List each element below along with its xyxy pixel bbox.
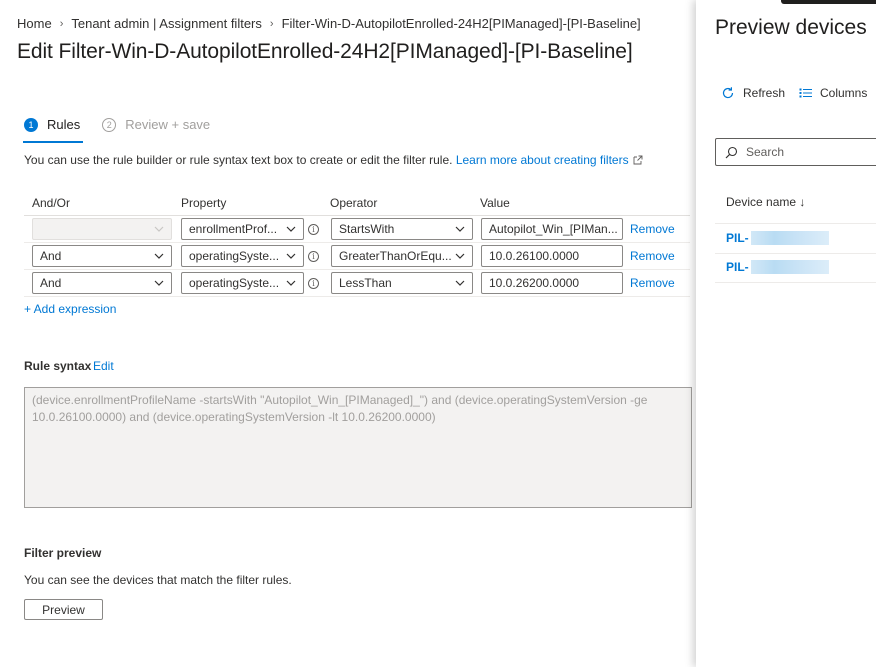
step-number-1: 1 xyxy=(24,117,38,132)
learn-more-link[interactable]: Learn more about creating filters xyxy=(456,153,643,167)
preview-devices-panel: Preview devices Refresh Columns Search D… xyxy=(696,0,876,667)
rule-syntax-label: Rule syntax xyxy=(24,359,92,373)
step-number-2: 2 xyxy=(102,117,117,132)
property-dropdown[interactable]: enrollmentProf... xyxy=(181,218,304,240)
step-review-save[interactable]: 2 Review + save xyxy=(102,117,210,132)
panel-title: Preview devices xyxy=(715,16,867,39)
chevron-down-icon xyxy=(455,226,465,232)
rule-row: enrollmentProf... i StartsWith Autopilot… xyxy=(24,216,690,243)
breadcrumb-current-filter[interactable]: Filter-Win-D-AutopilotEnrolled-24H2[PIMa… xyxy=(282,16,641,31)
search-placeholder: Search xyxy=(746,145,785,159)
rule-row: And operatingSyste... i GreaterThanOrEqu… xyxy=(24,243,690,270)
value-input[interactable]: Autopilot_Win_[PIMan... xyxy=(481,218,623,240)
property-dropdown[interactable]: operatingSyste... xyxy=(181,245,304,267)
remove-button[interactable]: Remove xyxy=(630,249,675,263)
redacted-device-name xyxy=(750,231,829,245)
divider xyxy=(715,253,876,254)
divider xyxy=(715,282,876,283)
chevron-down-icon xyxy=(286,226,296,232)
rule-row: And operatingSyste... i LessThan 10.0.26… xyxy=(24,270,690,297)
property-dropdown[interactable]: operatingSyste... xyxy=(181,272,304,294)
redacted-device-name xyxy=(750,260,829,274)
header-value: Value xyxy=(480,195,510,210)
breadcrumb-home[interactable]: Home xyxy=(17,16,52,31)
value-input[interactable]: 10.0.26200.0000 xyxy=(481,272,623,294)
search-input[interactable]: Search xyxy=(715,138,876,166)
operator-dropdown[interactable]: StartsWith xyxy=(331,218,473,240)
device-row[interactable]: PIL- xyxy=(726,260,829,274)
remove-button[interactable]: Remove xyxy=(630,222,675,236)
page-title: Edit Filter-Win-D-AutopilotEnrolled-24H2… xyxy=(17,40,633,63)
step-label-rules: Rules xyxy=(47,117,81,132)
add-expression-button[interactable]: + Add expression xyxy=(24,302,116,316)
and-or-dropdown xyxy=(32,218,172,240)
remove-button[interactable]: Remove xyxy=(630,276,675,290)
chevron-down-icon xyxy=(154,253,164,259)
filter-preview-description: You can see the devices that match the f… xyxy=(24,573,292,587)
active-step-indicator xyxy=(23,141,83,143)
breadcrumb: Home › Tenant admin | Assignment filters… xyxy=(17,16,641,31)
operator-dropdown[interactable]: GreaterThanOrEqu... xyxy=(331,245,473,267)
breadcrumb-assignment-filters[interactable]: Tenant admin | Assignment filters xyxy=(71,16,262,31)
filter-preview-label: Filter preview xyxy=(24,546,102,560)
intro-text: You can use the rule builder or rule syn… xyxy=(24,153,643,167)
rule-syntax-edit-link[interactable]: Edit xyxy=(93,359,114,373)
chevron-down-icon xyxy=(286,280,296,286)
step-label-review-save: Review + save xyxy=(125,117,211,132)
columns-button[interactable]: Columns xyxy=(799,86,867,100)
chevron-down-icon xyxy=(154,280,164,286)
chevron-right-icon: › xyxy=(59,17,64,30)
chevron-down-icon xyxy=(286,253,296,259)
chevron-down-icon xyxy=(455,280,465,286)
chevron-down-icon xyxy=(154,226,164,232)
refresh-icon xyxy=(722,87,734,99)
step-rules[interactable]: 1 Rules xyxy=(24,117,80,132)
device-name-column-header[interactable]: Device name ↓ xyxy=(726,195,805,209)
main-pane: Home › Tenant admin | Assignment filters… xyxy=(0,0,700,667)
header-property: Property xyxy=(181,195,227,210)
rule-syntax-textbox: (device.enrollmentProfileName -startsWit… xyxy=(24,387,692,508)
info-icon[interactable]: i xyxy=(308,224,319,235)
refresh-button[interactable]: Refresh xyxy=(721,86,785,100)
external-link-icon xyxy=(633,155,643,165)
rule-builder-grid: And/Or Property Operator Value enrollmen… xyxy=(24,190,690,297)
intro-description: You can use the rule builder or rule syn… xyxy=(24,153,453,167)
info-icon[interactable]: i xyxy=(308,278,319,289)
value-input[interactable]: 10.0.26100.0000 xyxy=(481,245,623,267)
preview-button[interactable]: Preview xyxy=(24,599,103,620)
panel-top-bar xyxy=(781,0,876,4)
info-icon[interactable]: i xyxy=(308,251,319,262)
search-icon xyxy=(725,146,738,158)
and-or-dropdown[interactable]: And xyxy=(32,272,172,294)
chevron-down-icon xyxy=(455,253,465,259)
grid-header-row: And/Or Property Operator Value xyxy=(24,190,690,216)
device-row[interactable]: PIL- xyxy=(726,231,829,245)
operator-dropdown[interactable]: LessThan xyxy=(331,272,473,294)
chevron-right-icon: › xyxy=(269,17,274,30)
divider xyxy=(715,223,876,224)
header-and-or: And/Or xyxy=(32,195,71,210)
wizard-steps: 1 Rules 2 Review + save xyxy=(24,117,232,132)
header-operator: Operator xyxy=(330,195,378,210)
and-or-dropdown[interactable]: And xyxy=(32,245,172,267)
columns-icon xyxy=(799,88,812,98)
